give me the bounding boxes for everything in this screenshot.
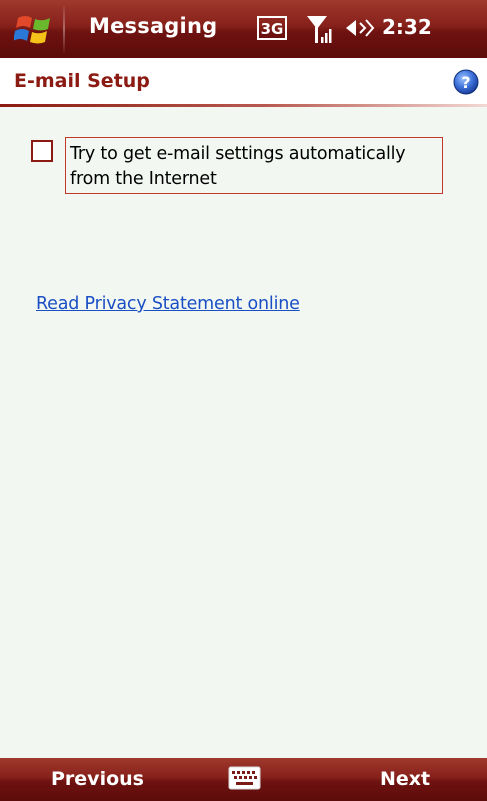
next-softkey[interactable]: Next [330, 758, 487, 801]
title-separator [63, 6, 65, 52]
keyboard-icon[interactable] [228, 766, 261, 790]
app-title: Messaging [89, 14, 218, 38]
network-label: 3G [261, 20, 284, 38]
help-icon[interactable]: ? [453, 69, 479, 95]
softkey-bar: Previous Next [0, 758, 487, 801]
auto-settings-label-box[interactable]: Try to get e-mail settings automatically… [65, 137, 443, 194]
3g-network-icon: 3G [257, 16, 287, 40]
page-title: E-mail Setup [14, 70, 150, 92]
header-divider [0, 104, 487, 107]
previous-label: Previous [51, 768, 144, 790]
privacy-statement-link[interactable]: Read Privacy Statement online [36, 294, 300, 314]
page-header: E-mail Setup ? [0, 58, 487, 104]
windows-start-icon[interactable] [14, 10, 54, 48]
next-label: Next [380, 768, 431, 790]
screen: Messaging 3G 2:32 E-mail Setup ? Try to … [0, 0, 487, 801]
signal-strength-icon [307, 16, 332, 43]
auto-settings-label: Try to get e-mail settings automatically… [70, 144, 406, 189]
auto-settings-checkbox[interactable] [31, 140, 53, 162]
volume-icon [346, 19, 375, 37]
title-bar: Messaging 3G 2:32 [0, 0, 487, 58]
svg-text:?: ? [461, 73, 470, 92]
previous-softkey[interactable]: Previous [0, 758, 200, 801]
clock[interactable]: 2:32 [382, 15, 432, 39]
